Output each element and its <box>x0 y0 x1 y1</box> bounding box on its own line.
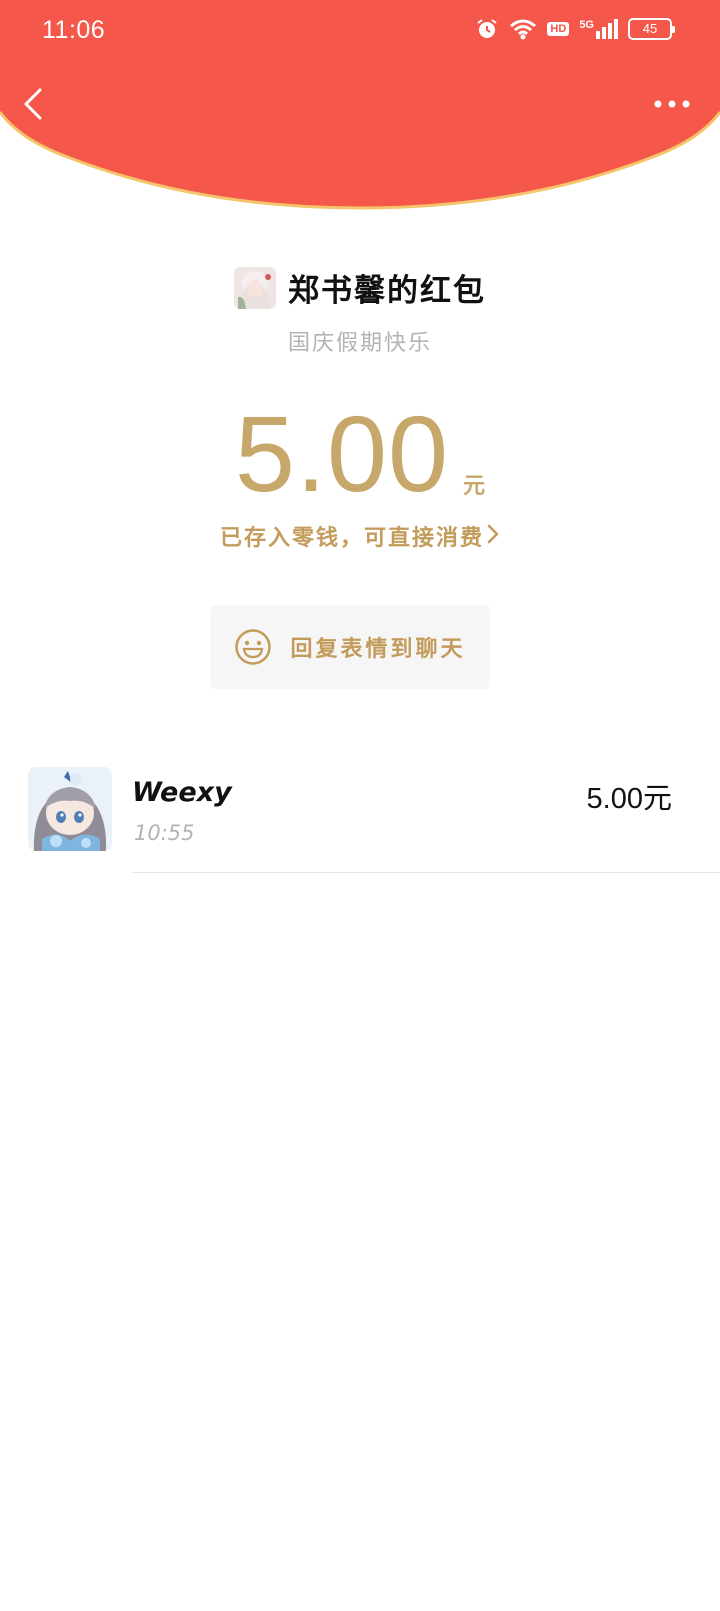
saved-to-wallet-text: 已存入零钱，可直接消费 <box>219 526 484 551</box>
battery-indicator: 45 <box>628 18 675 40</box>
status-time: 11:06 <box>42 16 106 44</box>
chevron-right-icon <box>487 524 499 544</box>
divider <box>132 872 720 873</box>
back-button[interactable] <box>18 84 50 124</box>
reply-sticker-label: 回复表情到聊天 <box>290 637 466 662</box>
status-bar: 11:06 HD 5G 45 <box>0 0 720 64</box>
amount-unit: 元 <box>463 474 486 499</box>
greeting-message: 国庆假期快乐 <box>287 331 432 356</box>
network-label: 5G <box>579 19 594 31</box>
receiver-amount: 5.00元 <box>586 783 672 815</box>
alarm-icon <box>477 19 498 38</box>
avatar[interactable] <box>28 767 112 851</box>
reply-sticker-button[interactable]: 回复表情到聊天 <box>210 605 490 689</box>
status-icons: HD 5G 45 <box>475 17 675 41</box>
sender-avatar[interactable] <box>234 266 276 309</box>
receiver-name: Weexy <box>132 777 232 808</box>
red-packet-detail-page: 11:06 HD 5G 45 郑书馨的红包 国庆假期快乐 5.00 元 已存入零… <box>0 0 720 1611</box>
list-item[interactable]: Weexy 10:55 5.00元 <box>0 765 720 873</box>
signal-icon: 5G <box>579 19 618 39</box>
receiver-time: 10:55 <box>134 821 195 845</box>
amount-value: 5.00 <box>234 393 450 514</box>
sender-row: 郑书馨的红包 <box>0 265 720 310</box>
smiley-icon <box>235 629 272 665</box>
more-options-button[interactable] <box>652 92 692 116</box>
saved-to-wallet-link[interactable]: 已存入零钱，可直接消费 <box>0 520 720 552</box>
amount-row: 5.00 元 <box>0 400 720 508</box>
wifi-icon <box>510 19 537 40</box>
sender-name: 郑书馨的红包 <box>288 273 486 309</box>
hd-badge: HD <box>547 22 570 36</box>
